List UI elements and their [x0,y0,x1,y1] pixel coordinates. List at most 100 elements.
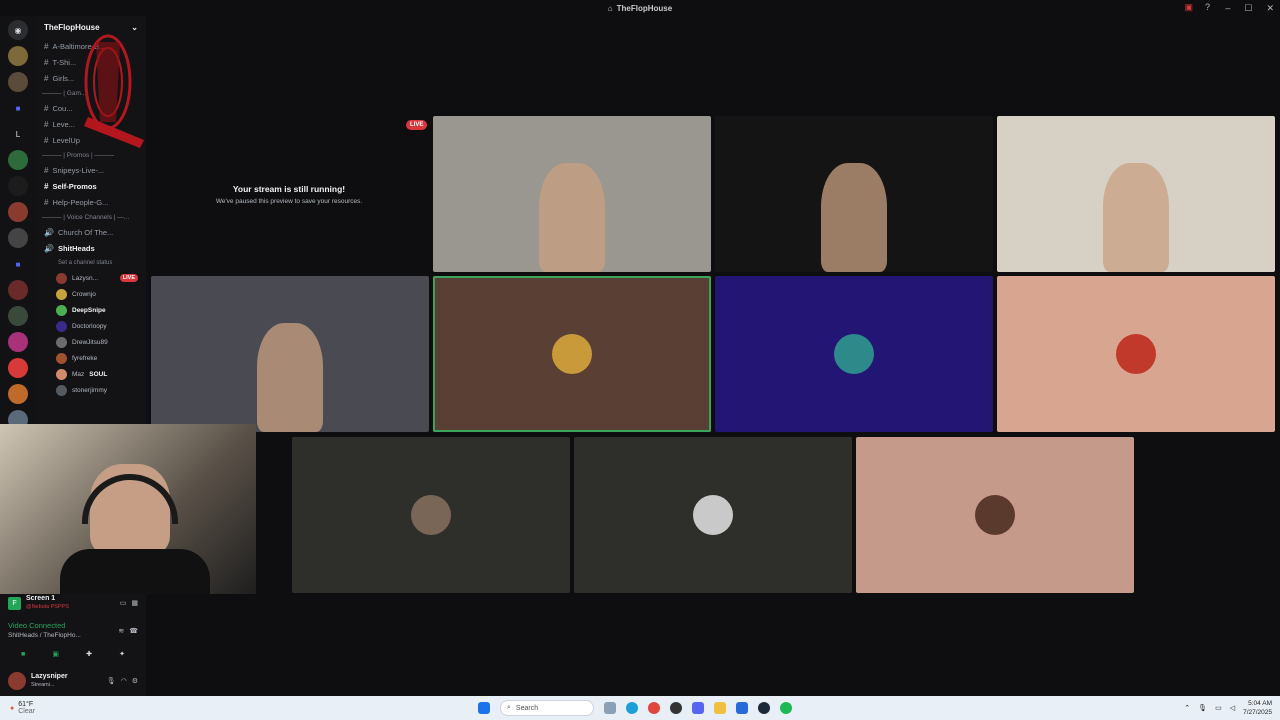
shirt-shape [60,549,210,594]
server-icon[interactable]: L [8,124,28,144]
voice-user[interactable]: fyrefreke [36,350,146,366]
server-icon[interactable] [8,228,28,248]
server-icon[interactable] [8,332,28,352]
weather-widget[interactable]: ● 61°F Clear [0,701,200,715]
file-explorer-icon[interactable] [714,702,726,714]
weather-desc: Clear [18,708,35,715]
screen-share-icon[interactable]: ▣ [52,650,59,658]
voice-user[interactable]: DeepSnipe [36,302,146,318]
voice-status-hint[interactable]: Set a channel status [36,256,146,270]
avatar [56,272,67,284]
hashtag-icon: # [44,181,49,191]
video-tile[interactable] [997,116,1275,272]
video-tile[interactable] [151,276,429,432]
popout-icon[interactable]: ▭ [120,599,127,607]
self-camera-preview[interactable] [0,424,256,594]
voice-user-name: fyrefreke [72,354,98,362]
avatar [56,336,67,348]
live-badge: LIVE [119,274,138,282]
discord-home-icon[interactable]: ◉ [8,20,28,40]
text-channel[interactable]: # Snipeys-Live-... [36,162,146,178]
minimize-button[interactable]: – [1225,3,1230,13]
inbox-icon[interactable]: ▣ [1184,2,1193,13]
camera-icon[interactable]: ■ [21,651,25,658]
help-icon[interactable]: ? [1205,2,1210,13]
chrome-icon[interactable] [648,702,660,714]
headphones-icon[interactable]: ◠ [121,677,127,685]
edge-icon[interactable] [626,702,638,714]
avatar-tile[interactable] [433,276,711,432]
disconnect-icon[interactable]: ☎ [129,627,138,635]
task-view-icon[interactable] [604,702,616,714]
voice-user[interactable]: stonerjimmy [36,382,146,398]
channel-category[interactable]: ——— | Voice Channels | —... [36,210,146,224]
avatar [1116,334,1156,374]
avatar [56,304,67,316]
weather-icon: ● [10,704,15,712]
logo-overlay [84,34,144,148]
stream-paused-title: Your stream is still running! [232,184,346,194]
channel-label: LevelUp [52,135,80,145]
avatar-tile[interactable] [715,276,993,432]
discord-icon[interactable] [692,702,704,714]
connection-status[interactable]: Video Connected [8,621,81,631]
server-icon[interactable] [8,358,28,378]
voice-user[interactable]: Doctorloopy [36,318,146,334]
server-icon[interactable] [8,202,28,222]
server-icon[interactable] [8,384,28,404]
hashtag-icon: # [44,57,49,67]
microphone-icon[interactable]: 🎙 [1198,704,1207,712]
voice-user[interactable]: Maz SOUL [36,366,146,382]
activity-icon[interactable]: ✚ [86,650,92,658]
avatar[interactable] [8,672,26,690]
text-channel[interactable]: # Help-People-G... [36,194,146,210]
voice-user[interactable]: Lazysn... LIVE [36,270,146,286]
channel-label: Leve... [52,119,75,129]
noise-suppression-icon[interactable]: ≋ [118,627,124,635]
person-silhouette [820,162,888,272]
server-icon[interactable] [8,176,28,196]
voice-channel[interactable]: 🔊 ShitHeads [36,240,146,256]
store-icon[interactable] [736,702,748,714]
network-icon[interactable]: ▭ [1215,704,1222,712]
channel-label: ShitHeads [57,243,95,253]
avatar-tile[interactable] [856,437,1134,593]
voice-user-name: Doctorloopy [72,322,107,330]
connection-channel[interactable]: ShitHeads / TheFlopHo... [8,631,81,641]
user-panel: F Screen 1 @Nebula PSPPS ▭ ▦ Video Conne… [0,594,146,696]
server-icon[interactable] [8,280,28,300]
server-icon[interactable] [8,72,28,92]
video-tile[interactable] [433,116,711,272]
avatar-tile[interactable] [997,276,1275,432]
chevron-up-icon[interactable]: ⌃ [1184,704,1190,712]
folder-icon[interactable]: ■ [8,254,28,274]
hashtag-icon: # [44,73,49,83]
server-icon[interactable] [8,150,28,170]
close-button[interactable]: ✕ [1266,3,1274,14]
server-icon[interactable] [8,306,28,326]
spotify-icon[interactable] [780,702,792,714]
folder-icon[interactable]: ■ [8,98,28,118]
avatar-tile[interactable] [574,437,852,593]
settings-gear-icon[interactable]: ⚙ [132,677,138,685]
server-icon[interactable] [8,46,28,66]
hashtag-icon: # [44,103,49,113]
microphone-icon[interactable]: 🎙 [107,677,116,685]
avatar [56,320,67,332]
maximize-button[interactable]: ☐ [1244,3,1252,14]
avatar-tile[interactable] [292,437,570,593]
steam-icon[interactable] [758,702,770,714]
taskbar-search[interactable]: ⌕ Search [500,700,594,716]
text-channel[interactable]: # Self-Promos [36,178,146,194]
video-tile[interactable] [715,116,993,272]
voice-user[interactable]: DrewJitsu89 [36,334,146,350]
grid-icon[interactable]: ▦ [131,599,138,607]
soundboard-icon[interactable]: ✦ [119,650,125,658]
voice-channel[interactable]: 🔊 Church Of The... [36,224,146,240]
voice-user-name: DeepSnipe [72,306,106,314]
clock[interactable]: 5:04 AM 7/27/2025 [1243,699,1272,717]
voice-user[interactable]: Crownjo [36,286,146,302]
app-icon[interactable] [670,702,682,714]
windows-start-icon[interactable] [478,702,490,714]
volume-icon[interactable]: ◁ [1230,704,1235,712]
